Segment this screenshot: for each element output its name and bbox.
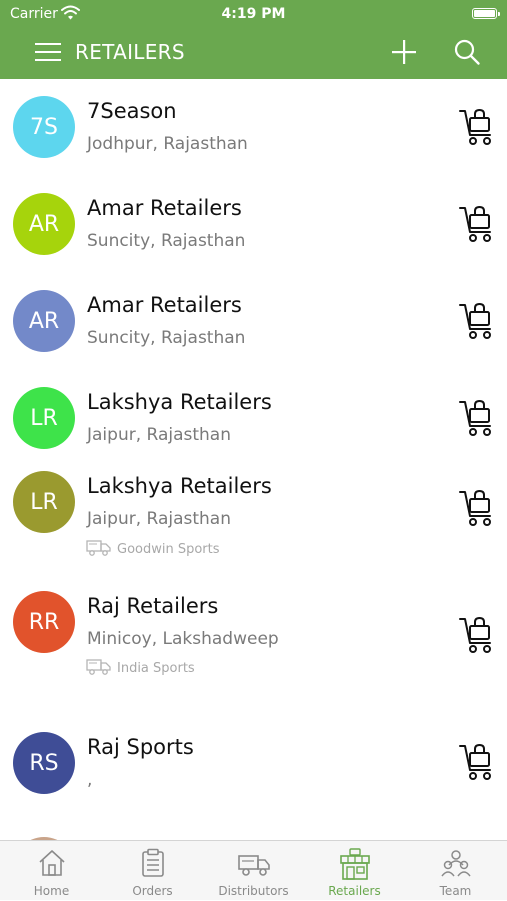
retailer-name: Raj Retailers — [87, 594, 219, 618]
distributor-name: India Sports — [117, 660, 195, 676]
retailer-row[interactable]: LR Lakshya Retailers Jaipur, Rajasthan Good… — [0, 467, 507, 591]
distributor-name: Goodwin Sports — [117, 541, 220, 557]
tab-label: Home — [33, 884, 70, 898]
shopping-cart-icon — [459, 616, 495, 659]
retailer-distributor: Goodwin Sports — [86, 537, 220, 561]
tab-bar: Home Orders Distributors Retailers Team — [0, 840, 507, 900]
retailer-row[interactable]: Sagar Z — [0, 827, 507, 840]
status-time: 4:19 PM — [221, 6, 286, 22]
retailer-name: Raj Sports — [87, 735, 194, 759]
cart-button[interactable] — [459, 615, 495, 655]
retailer-location: Minicoy, Lakshadweep — [87, 629, 279, 649]
distributor-truck-icon — [86, 656, 117, 680]
shopping-cart-icon — [459, 399, 495, 442]
shopping-cart-icon — [459, 302, 495, 345]
retailer-name: 7Season — [87, 99, 177, 123]
retailer-name: Lakshya Retailers — [87, 390, 272, 414]
distributor-truck-icon — [86, 537, 117, 561]
cart-button[interactable] — [459, 107, 495, 147]
shopping-cart-icon — [459, 489, 495, 532]
retailer-location: Jaipur, Rajasthan — [87, 509, 232, 529]
retailer-location: Suncity, Rajasthan — [87, 328, 246, 348]
menu-button[interactable] — [33, 40, 63, 64]
search-icon — [454, 39, 480, 65]
shopping-cart-icon — [459, 205, 495, 248]
shopping-cart-icon — [459, 108, 495, 151]
search-button[interactable] — [453, 38, 481, 66]
tab-label: Retailers — [328, 884, 381, 898]
retailer-avatar: LR — [13, 387, 75, 449]
retailer-row[interactable]: AR Amar Retailers Suncity, Rajasthan — [0, 273, 507, 370]
retailer-row[interactable]: AR Amar Retailers Suncity, Rajasthan — [0, 176, 507, 273]
tab-team[interactable]: Team — [405, 841, 506, 901]
page-title: RETAILERS — [75, 40, 185, 64]
cart-button[interactable] — [459, 204, 495, 244]
cart-button[interactable] — [459, 398, 495, 438]
app-header: Carrier 4:19 PM RETAILERS — [0, 0, 507, 79]
tab-label: Team — [439, 884, 472, 898]
retailer-avatar: AR — [13, 193, 75, 255]
retailer-avatar: RR — [13, 591, 75, 653]
cart-button[interactable] — [459, 488, 495, 528]
retailer-row[interactable]: RS Raj Sports, — [0, 715, 507, 827]
retailer-list[interactable]: 7S 7Season Jodhpur, Rajasthan AR Amar Retail… — [0, 79, 507, 840]
tab-orders[interactable]: Orders — [102, 841, 203, 901]
shopping-cart-icon — [459, 743, 495, 786]
cart-button[interactable] — [459, 301, 495, 341]
tab-label: Orders — [132, 884, 173, 898]
retailer-distributor: India Sports — [86, 656, 195, 680]
hamburger-menu-icon — [35, 43, 61, 61]
status-bar: Carrier 4:19 PM — [0, 5, 507, 25]
tab-distributors[interactable]: Distributors — [203, 841, 304, 901]
retailer-location: Jodhpur, Rajasthan — [87, 134, 248, 154]
tab-home[interactable]: Home — [1, 841, 102, 901]
nav-bar: RETAILERS — [0, 26, 507, 79]
cart-button[interactable] — [459, 742, 495, 782]
retailer-avatar: RS — [13, 732, 75, 794]
retailer-name: Amar Retailers — [87, 196, 242, 220]
retailer-row[interactable]: 7S 7Season Jodhpur, Rajasthan — [0, 79, 507, 176]
battery-icon — [472, 8, 500, 19]
retailer-location: Suncity, Rajasthan — [87, 231, 246, 251]
retailer-row[interactable]: LR Lakshya Retailers Jaipur, Rajasthan — [0, 370, 507, 467]
plus-icon — [392, 40, 416, 64]
tab-label: Distributors — [218, 884, 289, 898]
retailer-location: Jaipur, Rajasthan — [87, 425, 232, 445]
retailer-avatar: LR — [13, 471, 75, 533]
retailer-row[interactable]: RR Raj Retailers Minicoy, Lakshadweep India… — [0, 591, 507, 715]
retailer-name: Lakshya Retailers — [87, 474, 272, 498]
retailer-name: Amar Retailers — [87, 293, 242, 317]
add-retailer-button[interactable] — [390, 38, 418, 66]
retailer-avatar: 7S — [13, 96, 75, 158]
retailer-avatar: AR — [13, 290, 75, 352]
retailer-location: , — [87, 770, 93, 790]
tab-retailers[interactable]: Retailers — [304, 841, 405, 901]
